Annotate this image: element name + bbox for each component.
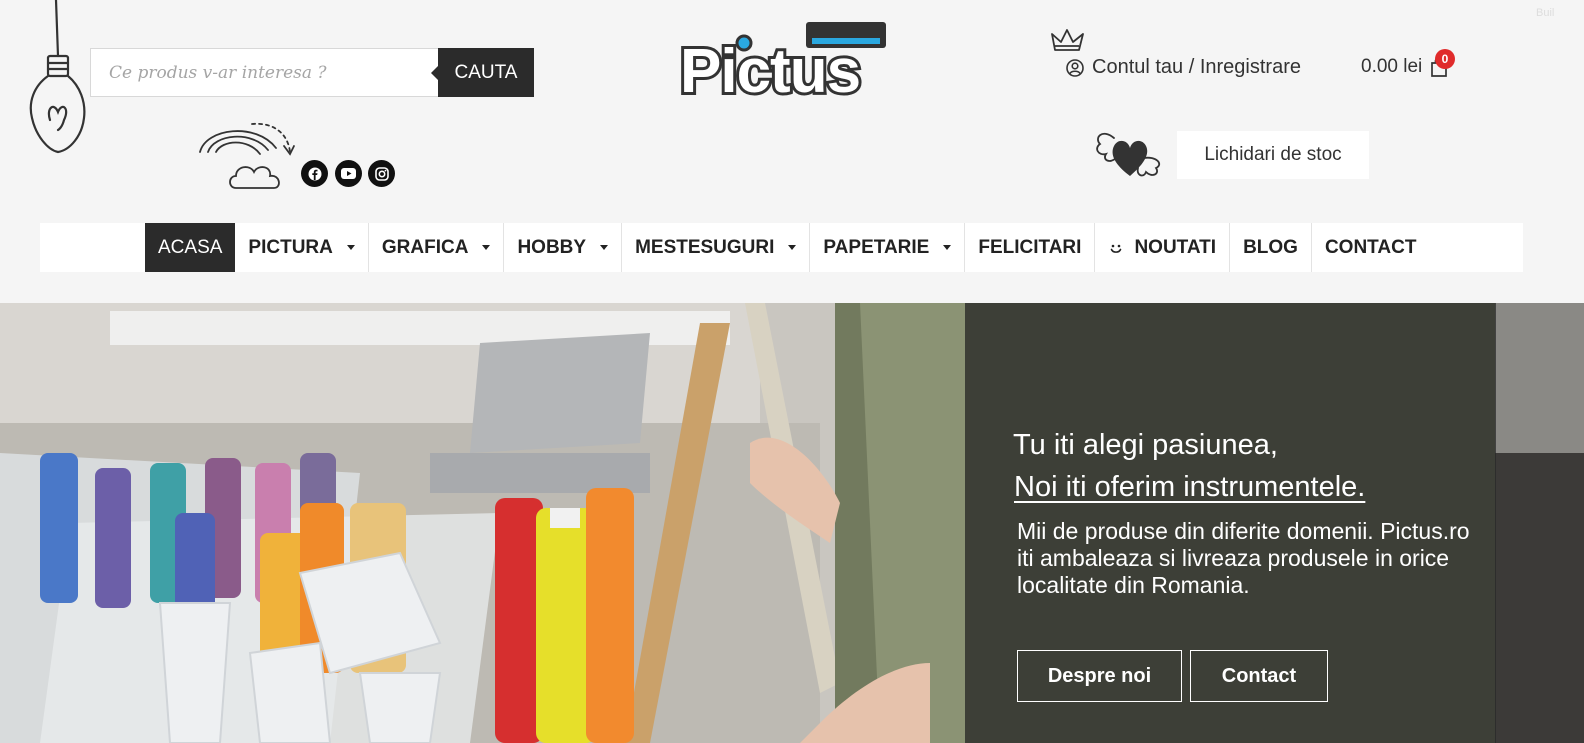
page: CAUTA Pictus Contul tau / Inregistrare: [0, 0, 1584, 743]
nav-item-noutati[interactable]: NOUTATI: [1095, 223, 1231, 272]
nav-label: GRAFICA: [381, 236, 469, 258]
nav-label: PAPETARIE: [823, 236, 930, 258]
search-bar: CAUTA: [90, 48, 534, 97]
cart-total: 0.00 lei: [1361, 56, 1423, 77]
hero-heading-line2[interactable]: Noi iti oferim instrumentele.: [1014, 471, 1365, 504]
nav-label: ACASA: [158, 236, 223, 258]
crown-icon: [1051, 29, 1084, 51]
user-icon: [1066, 58, 1084, 77]
nav-item-mestesuguri[interactable]: MESTESUGURI: [622, 223, 811, 272]
nav-item-grafica[interactable]: GRAFICA: [369, 223, 505, 272]
search-input[interactable]: [90, 48, 438, 97]
nav-label: BLOG: [1243, 236, 1298, 258]
facebook-icon[interactable]: [301, 160, 328, 187]
search-button[interactable]: CAUTA: [431, 48, 534, 97]
account-label: Contul tau / Inregistrare: [1092, 56, 1301, 78]
cart-count-badge: 0: [1435, 49, 1455, 69]
instagram-icon[interactable]: [368, 160, 395, 187]
chevron-down-icon: [943, 245, 952, 250]
nav-item-blog[interactable]: BLOG: [1230, 223, 1312, 272]
main-nav: ACASA PICTURA GRAFICA HOBBY MESTESUGURI …: [40, 223, 1523, 272]
nav-label: FELICITARI: [978, 236, 1082, 258]
nav-item-felicitari[interactable]: FELICITARI: [965, 223, 1096, 272]
chevron-down-icon: [346, 245, 355, 250]
hero-heading-line1: Tu iti alegi pasiunea,: [1013, 429, 1278, 461]
nav-item-hobby[interactable]: HOBBY: [504, 223, 623, 272]
nav-label: PICTURA: [248, 236, 333, 258]
nav-item-papetarie[interactable]: PAPETARIE: [810, 223, 966, 272]
youtube-icon[interactable]: [335, 160, 362, 187]
hero-banner: Tu iti alegi pasiunea, Noi iti oferim in…: [0, 303, 1584, 743]
nav-item-acasa[interactable]: ACASA: [145, 223, 236, 272]
smile-icon: [1111, 244, 1122, 253]
lightbulb-icon: [29, 0, 86, 154]
contact-button[interactable]: Contact: [1190, 650, 1328, 702]
chevron-down-icon: [600, 245, 609, 250]
account-link[interactable]: Contul tau / Inregistrare: [1066, 56, 1301, 79]
clearance-button[interactable]: Lichidari de stoc: [1177, 131, 1369, 179]
nav-label: MESTESUGURI: [635, 236, 775, 258]
winged-heart-icon: [1096, 132, 1161, 177]
nav-label: NOUTATI: [1134, 236, 1217, 258]
nav-item-contact[interactable]: CONTACT: [1312, 223, 1429, 272]
pictus-logo[interactable]: Pictus: [676, 22, 888, 98]
nav-label: CONTACT: [1324, 236, 1417, 258]
corner-text: Buil: [1536, 7, 1555, 19]
nav-label: HOBBY: [517, 236, 587, 258]
hero-description: Mii de produse din diferite domenii. Pic…: [1017, 518, 1470, 598]
nav-item-pictura[interactable]: PICTURA: [235, 223, 369, 272]
about-button[interactable]: Despre noi: [1017, 650, 1182, 702]
chevron-down-icon: [788, 245, 797, 250]
logo-text: Pictus: [680, 37, 860, 98]
rainbow-cloud-icon: [199, 122, 295, 189]
chevron-down-icon: [482, 245, 491, 250]
